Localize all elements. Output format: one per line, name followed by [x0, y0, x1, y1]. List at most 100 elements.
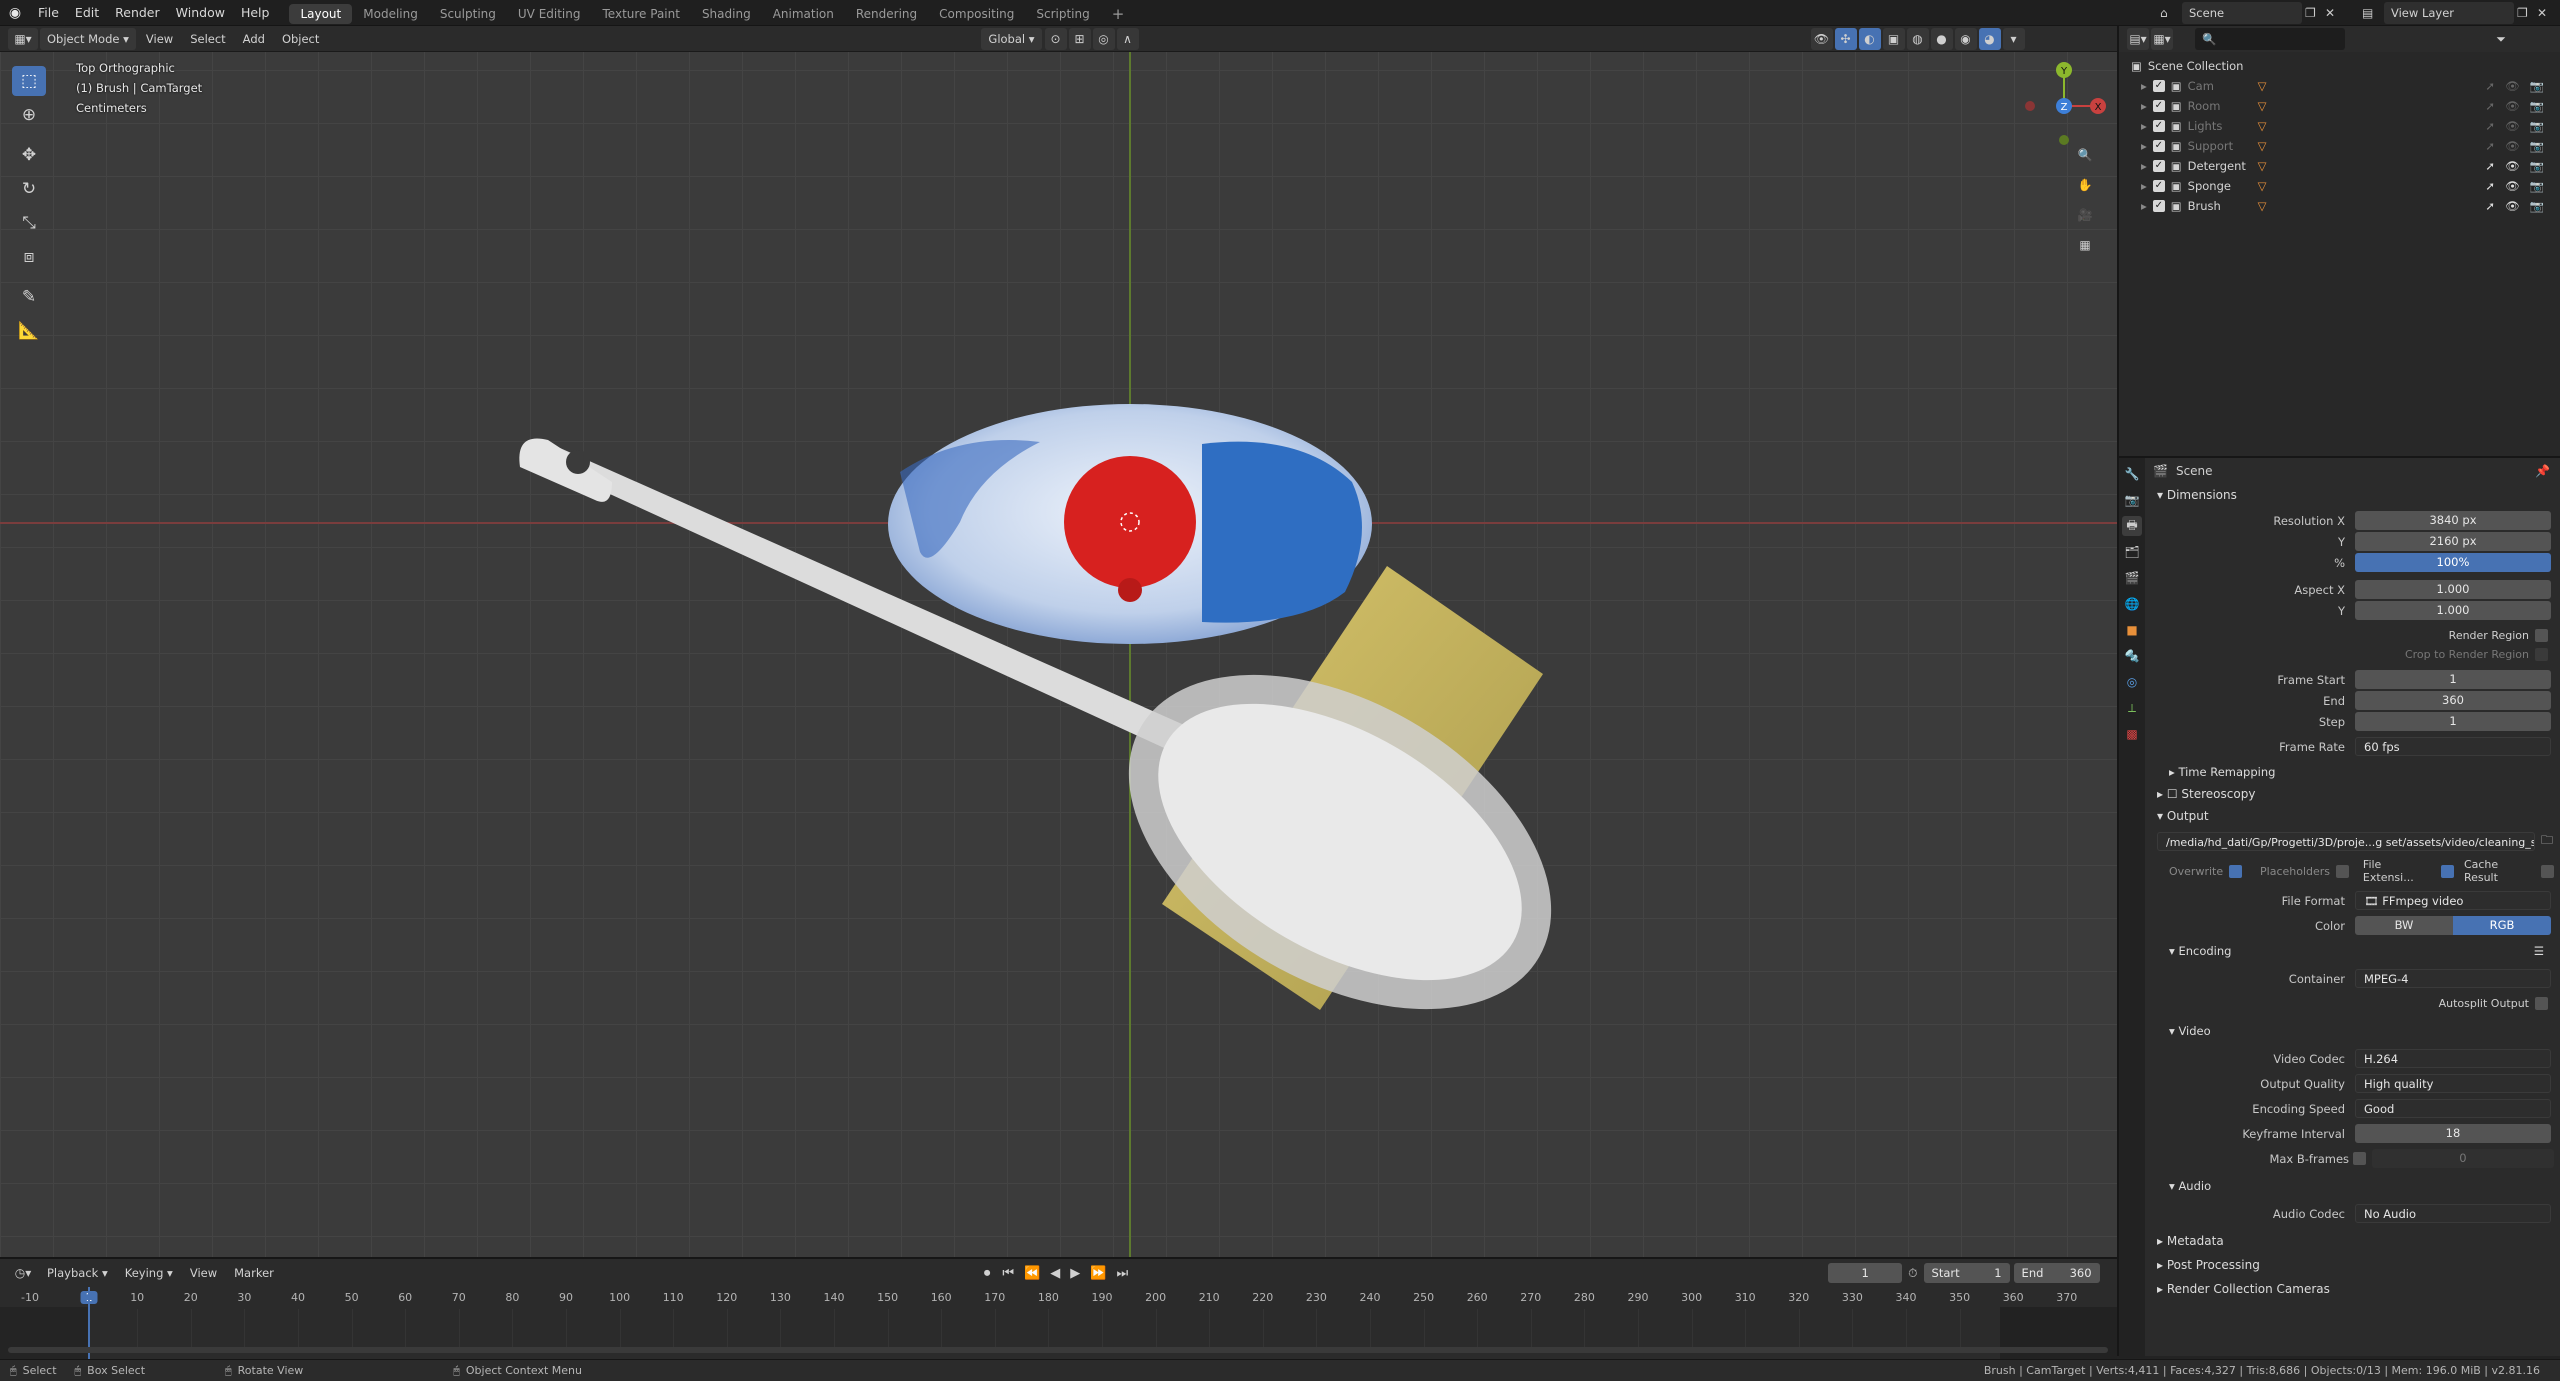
res-x-field[interactable]: 3840 px	[2355, 511, 2551, 530]
solid-shading-icon[interactable]: ●	[1930, 27, 1953, 50]
data-tab-icon[interactable]: ⟂	[2122, 698, 2142, 718]
menu-file[interactable]: File	[30, 0, 67, 26]
selectable-icon[interactable]: ➚	[2485, 199, 2495, 213]
selectable-icon[interactable]: ➚	[2485, 99, 2495, 113]
time-remapping-header[interactable]: ▸ Time Remapping	[2145, 761, 2560, 783]
res-y-field[interactable]: 2160 px	[2355, 532, 2551, 551]
crop-checkbox[interactable]	[2535, 648, 2548, 661]
selectable-icon[interactable]: ➚	[2485, 79, 2495, 93]
expand-arrow-icon[interactable]: ▸	[2141, 199, 2147, 213]
orientation-dropdown[interactable]: Global ▾	[981, 27, 1042, 50]
menu-view[interactable]: View	[139, 28, 180, 50]
outliner-item-cam[interactable]: ▸ ✓ ▣ Cam ▽ ➚ 👁 📷	[2119, 76, 2560, 96]
tab-sculpting[interactable]: Sculpting	[429, 4, 507, 24]
exclude-checkbox[interactable]: ✓	[2152, 120, 2165, 132]
jump-start-icon[interactable]: ⏮	[1002, 1266, 1014, 1281]
output-tab-icon[interactable]: 🖶	[2122, 516, 2142, 536]
world-tab-icon[interactable]: 🌐	[2122, 594, 2142, 614]
render-camera-icon[interactable]: 📷	[2530, 79, 2544, 93]
timeline-scrollbar[interactable]	[8, 1347, 2108, 1353]
container-dropdown[interactable]: MPEG-4	[2355, 969, 2551, 988]
next-keyframe-icon[interactable]: ⏩	[1090, 1266, 1106, 1281]
output-quality-dropdown[interactable]: High quality	[2355, 1074, 2551, 1093]
timeline-editor-icon[interactable]: ◷▾	[8, 1262, 38, 1284]
menu-object[interactable]: Object	[275, 28, 326, 50]
menu-window[interactable]: Window	[168, 0, 233, 26]
eye-icon[interactable]: 👁	[2505, 119, 2520, 133]
aspect-y-field[interactable]: 1.000	[2355, 601, 2551, 620]
tab-modeling[interactable]: Modeling	[352, 4, 429, 24]
tab-layout[interactable]: Layout	[289, 4, 353, 24]
tab-compositing[interactable]: Compositing	[928, 4, 1025, 24]
selectable-icon[interactable]: ➚	[2485, 139, 2495, 153]
jump-end-icon[interactable]: ⏭	[1116, 1266, 1128, 1281]
encoding-presets-icon[interactable]: ☰	[2534, 940, 2544, 962]
frame-rate-dropdown[interactable]: 60 fps	[2355, 737, 2551, 756]
encoding-speed-dropdown[interactable]: Good	[2355, 1099, 2551, 1118]
physics-tab-icon[interactable]: ◎	[2122, 672, 2142, 692]
file-format-dropdown[interactable]: 🎞 FFmpeg video	[2355, 891, 2551, 910]
view-layer-icon[interactable]: ▤	[2362, 6, 2384, 20]
tab-shading[interactable]: Shading	[691, 4, 762, 24]
render-collection-cameras-header[interactable]: ▸ Render Collection Cameras	[2145, 1278, 2560, 1300]
audio-panel-header[interactable]: ▾ Audio	[2145, 1175, 2560, 1197]
tab-texture-paint[interactable]: Texture Paint	[592, 4, 691, 24]
overwrite-checkbox[interactable]	[2229, 864, 2243, 878]
snap-icon[interactable]: ⊞	[1068, 27, 1091, 50]
keyframe-interval-field[interactable]: 18	[2355, 1124, 2551, 1143]
scene-name-field[interactable]: Scene	[2182, 2, 2302, 24]
marker-menu[interactable]: Marker	[227, 1262, 281, 1284]
tab-animation[interactable]: Animation	[762, 4, 845, 24]
outliner-item-detergent[interactable]: ▸ ✓ ▣ Detergent ▽ ➚ 👁 📷	[2119, 156, 2560, 176]
blender-logo-icon[interactable]: ◉	[0, 5, 30, 21]
3d-viewport[interactable]: Top Orthographic (1) Brush | CamTarget C…	[0, 52, 2117, 1257]
frame-step-field[interactable]: 1	[2355, 712, 2551, 731]
color-rgb-button[interactable]: RGB	[2453, 916, 2551, 935]
post-processing-header[interactable]: ▸ Post Processing	[2145, 1254, 2560, 1276]
autosplit-checkbox[interactable]	[2535, 997, 2548, 1010]
frame-end-field[interactable]: 360	[2355, 691, 2551, 710]
texture-tab-icon[interactable]: ▩	[2122, 724, 2142, 744]
selectable-icon[interactable]: ➚	[2485, 159, 2495, 173]
stereoscopy-header[interactable]: ▸ ☐ Stereoscopy	[2145, 783, 2560, 805]
outliner-item-lights[interactable]: ▸ ✓ ▣ Lights ▽ ➚ 👁 📷	[2119, 116, 2560, 136]
frame-start-field[interactable]: 1	[2355, 670, 2551, 689]
tab-rendering[interactable]: Rendering	[845, 4, 928, 24]
tab-uv-editing[interactable]: UV Editing	[507, 4, 592, 24]
eye-icon[interactable]: 👁	[2505, 179, 2520, 193]
eye-icon[interactable]: 👁	[2505, 139, 2520, 153]
display-mode-icon[interactable]: ▦▾	[2151, 28, 2173, 50]
object-tab-icon[interactable]: ■	[2122, 620, 2142, 640]
render-camera-icon[interactable]: 📷	[2530, 159, 2544, 173]
exclude-checkbox[interactable]: ✓	[2152, 200, 2165, 212]
delete-scene-icon[interactable]: ✕	[2325, 6, 2345, 20]
encoding-panel-header[interactable]: ▾ Encoding ☰	[2145, 940, 2560, 962]
color-bw-button[interactable]: BW	[2355, 916, 2453, 935]
outliner-item-support[interactable]: ▸ ✓ ▣ Support ▽ ➚ 👁 📷	[2119, 136, 2560, 156]
outliner-search[interactable]: 🔍	[2195, 28, 2345, 50]
aspect-x-field[interactable]: 1.000	[2355, 580, 2551, 599]
material-shading-icon[interactable]: ◉	[1954, 27, 1977, 50]
selectable-icon[interactable]: ➚	[2485, 179, 2495, 193]
menu-edit[interactable]: Edit	[67, 0, 107, 26]
max-bframes-checkbox[interactable]	[2353, 1152, 2366, 1165]
start-frame-field[interactable]: Start 1	[1923, 1263, 2010, 1283]
add-workspace-icon[interactable]: +	[1101, 4, 1136, 24]
scene-icon[interactable]: ⌂	[2160, 6, 2182, 20]
scene-tab-icon[interactable]: 🎬	[2122, 568, 2142, 588]
pin-icon[interactable]: 📌	[2535, 464, 2550, 478]
gizmo-toggle-icon[interactable]: ✣	[1834, 27, 1857, 50]
render-camera-icon[interactable]: 📷	[2530, 99, 2544, 113]
proportional-edit-icon[interactable]: ◎	[1092, 27, 1115, 50]
xray-icon[interactable]: ▣	[1882, 27, 1905, 50]
visibility-icon[interactable]: 👁	[1810, 27, 1833, 50]
output-path-field[interactable]: /media/hd_dati/Gp/Progetti/3D/proje...g …	[2157, 832, 2535, 851]
new-scene-icon[interactable]: ❐	[2305, 6, 2325, 20]
playback-menu[interactable]: Playback ▾	[40, 1262, 115, 1284]
placeholders-checkbox[interactable]	[2336, 864, 2349, 878]
eye-icon[interactable]: 👁	[2505, 199, 2520, 213]
filter-icon[interactable]: ⏷	[2490, 28, 2512, 50]
tool-tab-icon[interactable]: 🔧	[2122, 464, 2142, 484]
play-reverse-icon[interactable]: ◀	[1050, 1266, 1060, 1281]
file-ext-checkbox[interactable]	[2441, 864, 2454, 878]
